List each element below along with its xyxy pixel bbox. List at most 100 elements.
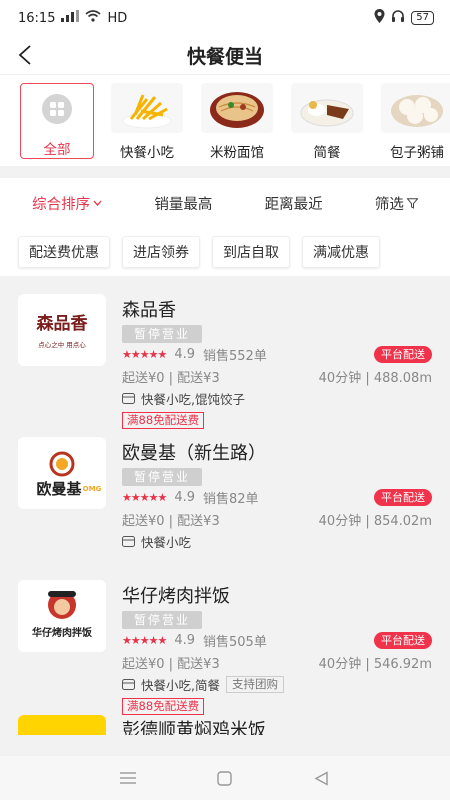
fries-icon xyxy=(111,83,183,133)
store-logo: 华仔烤肉拌饭 xyxy=(18,580,106,652)
filter-chip-full-reduction[interactable]: 满减优惠 xyxy=(302,236,380,268)
wifi-icon xyxy=(85,10,101,26)
store-sales: 销售552单 xyxy=(203,348,267,364)
grid-icon xyxy=(42,94,72,124)
store-logo: 欧曼基 OMG xyxy=(18,437,106,509)
home-nav-button[interactable] xyxy=(213,766,237,790)
category-thumb xyxy=(21,84,93,134)
chevron-left-icon xyxy=(18,45,31,65)
page-title: 快餐便当 xyxy=(186,45,263,68)
svg-text:华仔烤肉拌饭: 华仔烤肉拌饭 xyxy=(32,626,92,639)
status-badge: 暂停营业 xyxy=(122,468,203,486)
store-list: 森品香 点心之中 用点心 森品香 暂停营业 ★★★★★ 4.9 销售552单 平… xyxy=(0,276,450,768)
status-badge: 暂停营业 xyxy=(122,325,203,343)
category-label: 快餐小吃 xyxy=(120,145,174,161)
store-min-order: 起送¥0 | 配送¥3 xyxy=(122,513,220,529)
delivery-badge: 平台配送 xyxy=(374,345,432,363)
store-name: 华仔烤肉拌饭 xyxy=(122,586,230,607)
section-divider xyxy=(0,166,450,178)
sort-label: 销量最高 xyxy=(154,196,213,213)
store-category-icon xyxy=(122,392,135,404)
category-all[interactable]: 全部 xyxy=(20,83,94,159)
category-bar: 全部 快餐小吃 米粉面馆 简餐 包子粥铺 xyxy=(0,74,450,166)
status-badge: 暂停营业 xyxy=(122,611,203,629)
store-item[interactable]: 森品香 点心之中 用点心 森品香 暂停营业 ★★★★★ 4.9 销售552单 平… xyxy=(0,286,450,429)
home-square-icon xyxy=(217,770,233,786)
store-name: 彭德顺黄焖鸡米饭 xyxy=(122,720,266,736)
category-label: 全部 xyxy=(43,142,71,158)
promo-tag: 满88免配送费 xyxy=(122,412,205,429)
delivery-badge: 平台配送 xyxy=(374,631,432,649)
sort-label: 综合排序 xyxy=(32,196,91,213)
back-triangle-icon xyxy=(314,770,328,786)
sort-bar: 综合排序 销量最高 距离最近 筛选 xyxy=(0,178,450,228)
store-name: 欧曼基（新生路） xyxy=(122,443,266,464)
star-rating-icon: ★★★★★ xyxy=(122,347,167,361)
store-time-distance: 40分钟 | 546.92m xyxy=(318,656,432,672)
chevron-down-icon xyxy=(93,200,102,206)
filter-chip-delivery-discount[interactable]: 配送费优惠 xyxy=(18,236,110,268)
filter-chip-coupon[interactable]: 进店领券 xyxy=(122,236,200,268)
store-item[interactable]: 华仔烤肉拌饭 华仔烤肉拌饭 暂停营业 ★★★★★ 4.9 销售505单 平台配送… xyxy=(0,572,450,715)
delivery-badge: 平台配送 xyxy=(374,488,432,506)
store-score: 4.9 xyxy=(174,489,195,505)
store-min-order: 起送¥0 | 配送¥3 xyxy=(122,370,220,386)
battery-icon: 57 xyxy=(411,11,434,25)
category-snacks[interactable]: 快餐小吃 xyxy=(110,83,184,161)
store-name: 森品香 xyxy=(122,300,176,321)
store-item[interactable]: 欧曼基 OMG 欧曼基（新生路） 暂停营业 ★★★★★ 4.9 销售82单 平台… xyxy=(0,429,450,572)
category-label: 米粉面馆 xyxy=(210,145,264,161)
back-nav-button[interactable] xyxy=(310,766,334,790)
store-score: 4.9 xyxy=(174,346,195,362)
back-button[interactable] xyxy=(12,42,38,68)
svg-text:点心之中 用点心: 点心之中 用点心 xyxy=(38,340,86,349)
sort-label: 距离最近 xyxy=(264,196,323,213)
headset-icon xyxy=(391,9,405,27)
store-categories: 快餐小吃,馄饨饺子 xyxy=(141,391,245,407)
noodles-icon xyxy=(201,83,273,133)
sort-default[interactable]: 综合排序 xyxy=(32,193,102,214)
category-label: 包子粥铺 xyxy=(390,145,444,161)
status-time: 16:15 xyxy=(18,10,56,26)
store-category-icon xyxy=(122,678,135,690)
star-rating-icon: ★★★★★ xyxy=(122,633,167,647)
sort-sales[interactable]: 销量最高 xyxy=(154,193,212,214)
store-sales: 销售82单 xyxy=(203,491,259,507)
store-categories: 快餐小吃,简餐 xyxy=(141,677,220,693)
group-buy-tag: 支持团购 xyxy=(225,675,284,693)
category-noodles[interactable]: 米粉面馆 xyxy=(200,83,274,161)
promo-tag: 满88免配送费 xyxy=(122,698,205,715)
store-category-icon xyxy=(122,535,135,547)
store-categories: 快餐小吃 xyxy=(141,534,192,550)
store-score: 4.9 xyxy=(174,632,195,648)
menu-nav-button[interactable] xyxy=(116,766,140,790)
svg-text:OMG: OMG xyxy=(83,485,102,493)
filter-icon xyxy=(406,197,418,209)
menu-icon xyxy=(120,772,137,784)
filter-chips: 配送费优惠 进店领券 到店自取 满减优惠 xyxy=(0,228,450,276)
nav-bar: 快餐便当 xyxy=(0,36,450,74)
store-time-distance: 40分钟 | 854.02m xyxy=(318,513,432,529)
store-time-distance: 40分钟 | 488.08m xyxy=(318,370,432,386)
store-min-order: 起送¥0 | 配送¥3 xyxy=(122,656,220,672)
star-rating-icon: ★★★★★ xyxy=(122,490,167,504)
network-label: HD xyxy=(107,10,128,26)
store-logo xyxy=(18,715,106,735)
store-item-partial[interactable]: 彭德顺黄焖鸡米饭 xyxy=(0,715,450,735)
sort-distance[interactable]: 距离最近 xyxy=(265,193,323,214)
filter-button[interactable]: 筛选 xyxy=(375,193,418,214)
sort-label: 筛选 xyxy=(374,196,404,213)
system-nav-bar xyxy=(0,756,450,800)
category-label: 简餐 xyxy=(313,145,341,161)
meal-icon xyxy=(291,83,363,133)
svg-text:欧曼基: 欧曼基 xyxy=(36,480,82,498)
category-meal[interactable]: 简餐 xyxy=(290,83,364,161)
location-icon xyxy=(374,9,385,27)
status-bar: 16:15 HD 57 xyxy=(0,0,450,36)
filter-chip-pickup[interactable]: 到店自取 xyxy=(212,236,290,268)
svg-text:森品香: 森品香 xyxy=(37,313,88,334)
signal-icon xyxy=(61,10,80,26)
store-sales: 销售505单 xyxy=(203,634,267,650)
bun-icon xyxy=(381,83,450,133)
category-buns[interactable]: 包子粥铺 xyxy=(380,83,450,161)
